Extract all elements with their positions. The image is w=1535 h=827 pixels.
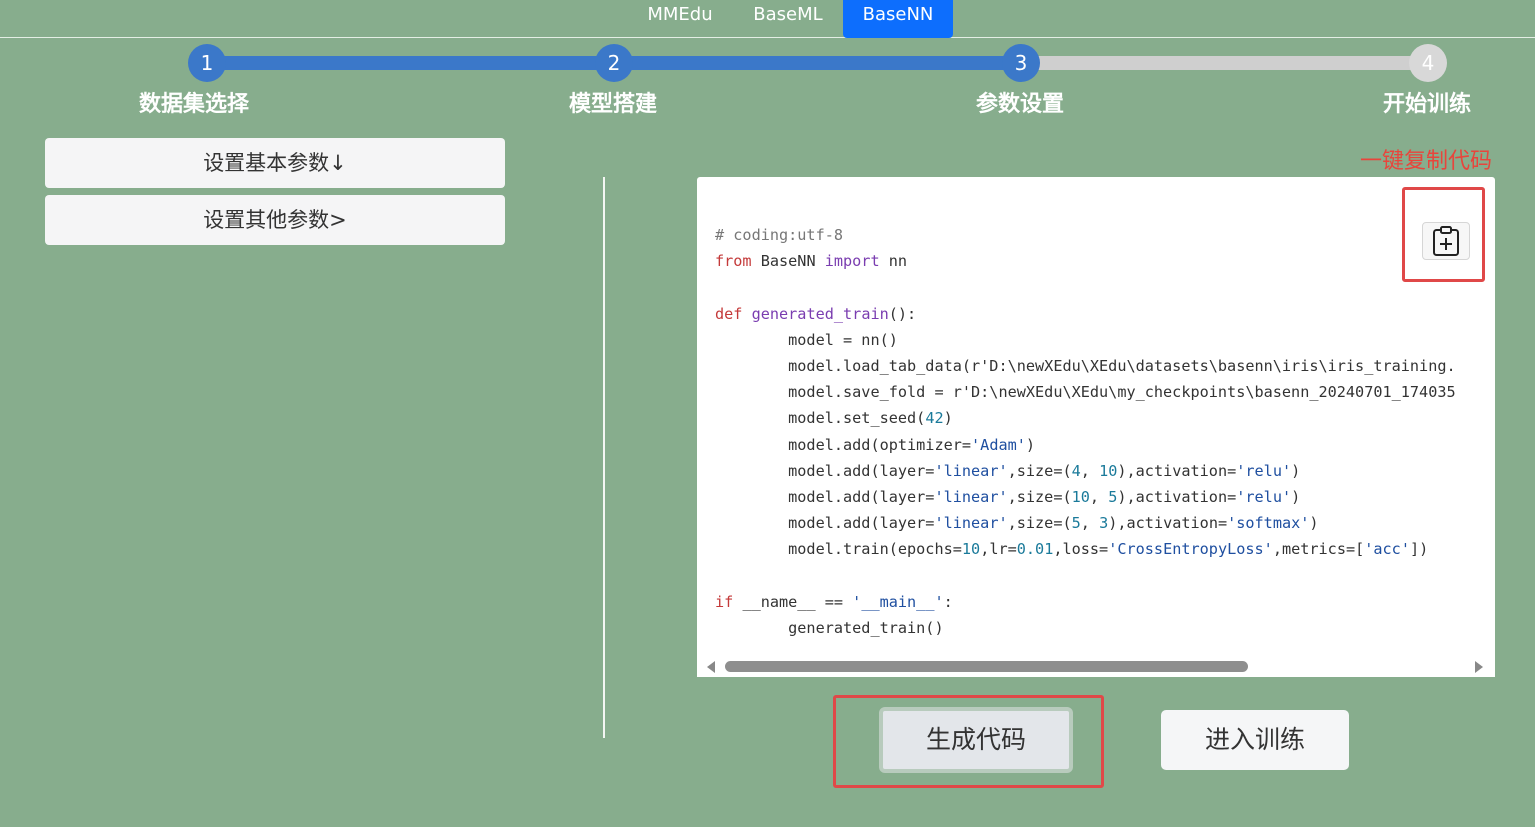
scrollbar-thumb[interactable] [725, 661, 1248, 672]
code-horizontal-scrollbar[interactable] [697, 656, 1495, 677]
generate-code-button[interactable]: 生成代码 [879, 707, 1073, 773]
code-line: from BaseNN import nn [715, 252, 908, 271]
code-line: def generated_train(): [715, 304, 917, 323]
basenn-page: MMEdu BaseML BaseNN 1 2 3 4 数据集选择 模型搭建 参… [0, 0, 1535, 827]
step-2-label[interactable]: 模型搭建 [513, 86, 713, 118]
scroll-left-arrow-icon[interactable] [707, 661, 715, 673]
code-line: if __name__ == '__main__': [715, 592, 953, 611]
step-2-circle[interactable]: 2 [595, 44, 633, 82]
code-line: generated_train() [715, 618, 944, 637]
panel-divider [603, 177, 605, 738]
code-line: model.set_seed(42) [715, 409, 953, 428]
code-panel: # coding:utf-8 from BaseNN import nn def g… [697, 177, 1495, 677]
step-connector-2-3 [614, 56, 1021, 70]
copy-button-highlight [1402, 187, 1485, 282]
step-3-label[interactable]: 参数设置 [920, 86, 1120, 118]
code-line: model.add(layer='linear',size=(10, 5),ac… [715, 487, 1301, 506]
tab-baseml[interactable]: BaseML [741, 0, 835, 37]
scroll-right-arrow-icon[interactable] [1475, 661, 1483, 673]
code-line: model.load_tab_data(r'D:\newXEdu\XEdu\da… [715, 356, 1456, 375]
step-1-circle[interactable]: 1 [188, 44, 226, 82]
top-nav: MMEdu BaseML BaseNN [0, 0, 1535, 38]
step-4-label[interactable]: 开始训练 [1327, 86, 1527, 118]
code-viewport[interactable]: # coding:utf-8 from BaseNN import nn def g… [697, 177, 1495, 655]
code-line: model.add(optimizer='Adam') [715, 435, 1036, 454]
basic-params-button[interactable]: 设置基本参数↓ [45, 138, 505, 188]
code-line: model.add(layer='linear',size=(5, 3),act… [715, 514, 1319, 533]
code-line: # coding:utf-8 [715, 226, 844, 244]
step-connector-3-4 [1021, 56, 1428, 70]
copy-code-annotation: 一键复制代码 [1360, 149, 1493, 174]
code-line: model.train(epochs=10,lr=0.01,loss='Cros… [715, 540, 1429, 559]
other-params-button[interactable]: 设置其他参数> [45, 195, 505, 245]
start-training-button[interactable]: 进入训练 [1161, 710, 1349, 770]
tab-basenn[interactable]: BaseNN [843, 0, 953, 38]
code-line: model = nn() [715, 330, 898, 349]
code-line: model.save_fold = r'D:\newXEdu\XEdu\my_c… [715, 383, 1456, 402]
tab-mmedu[interactable]: MMEdu [633, 0, 727, 37]
step-4-circle[interactable]: 4 [1409, 44, 1447, 82]
code-line: model.add(layer='linear',size=(4, 10),ac… [715, 461, 1301, 480]
code-block: # coding:utf-8 from BaseNN import nn def g… [715, 222, 1456, 641]
step-1-label[interactable]: 数据集选择 [94, 86, 294, 118]
step-3-circle[interactable]: 3 [1002, 44, 1040, 82]
step-connector-1-2 [207, 56, 614, 70]
